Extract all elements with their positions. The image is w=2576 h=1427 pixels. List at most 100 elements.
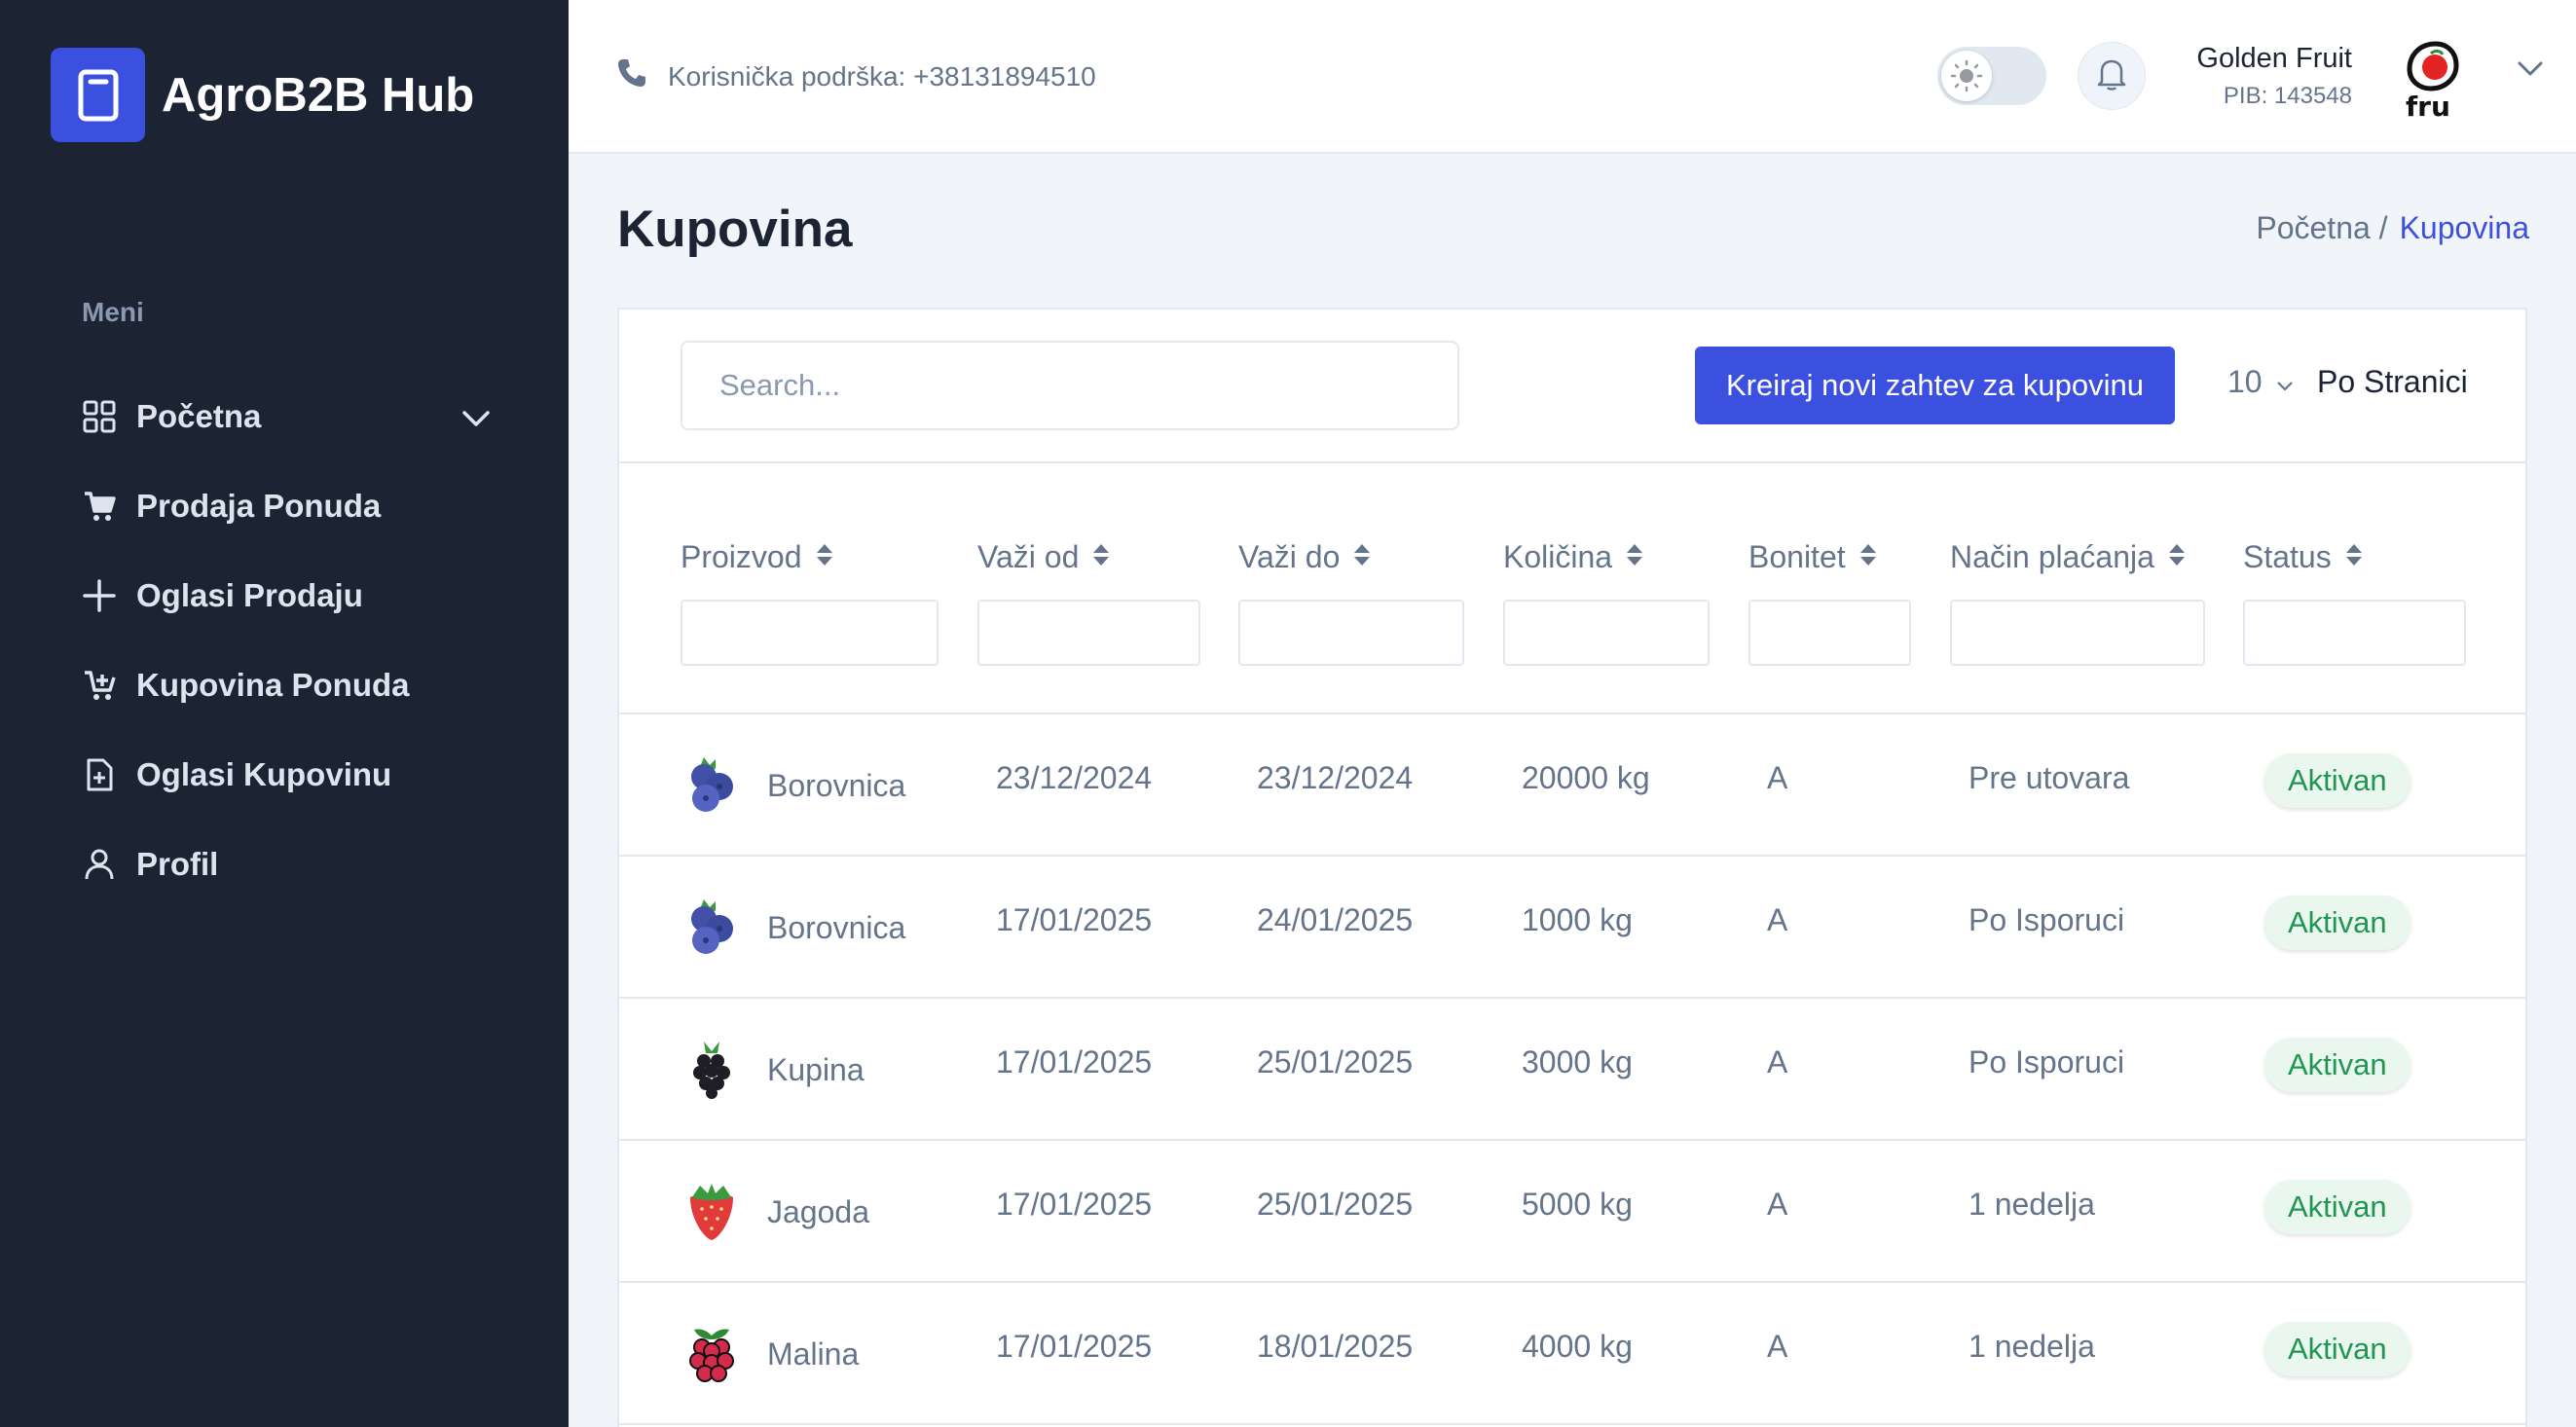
column-label: Važi od [977, 539, 1080, 574]
column-label: Status [2243, 539, 2332, 574]
table-row[interactable]: Kupina 17/01/2025 25/01/2025 3000 kg A P… [619, 999, 2525, 1141]
breadcrumb-home[interactable]: Početna / [2256, 210, 2387, 246]
support-text: Korisnička podrška: +38131894510 [668, 60, 1096, 91]
column-header-vazi-do[interactable]: Važi do [1238, 539, 1371, 575]
per-page-value: 10 [2227, 364, 2263, 399]
column-header-nacin-placanja[interactable]: Način plaćanja [1950, 539, 2186, 575]
purchase-table-card: Kreiraj novi zahtev za kupovinu 10 Po St… [617, 308, 2527, 1427]
top-header: Korisnička podrška: +38131894510 Golden … [569, 0, 2576, 154]
notification-bell[interactable] [2078, 42, 2146, 110]
avatar[interactable]: fru [2387, 29, 2484, 127]
valid-from: 23/12/2024 [996, 760, 1153, 795]
sort-icon [1092, 539, 1110, 575]
column-header-vazi-od[interactable]: Važi od [977, 539, 1110, 575]
valid-to: 24/01/2025 [1257, 902, 1414, 937]
bonitet: A [1767, 1187, 1788, 1222]
sort-icon [2345, 539, 2363, 575]
app-name: AgroB2B Hub [162, 68, 475, 122]
valid-from: 17/01/2025 [996, 1329, 1153, 1364]
bonitet: A [1767, 1044, 1788, 1079]
column-label: Važi do [1238, 539, 1341, 574]
user-menu-chevron-icon[interactable] [2517, 60, 2544, 83]
column-header-proizvod[interactable]: Proizvod [681, 539, 833, 575]
status-badge: Aktivan [2264, 1038, 2410, 1092]
grid-icon [82, 399, 117, 434]
search-input[interactable] [681, 341, 1459, 430]
support-contact: Korisnička podrška: +38131894510 [615, 56, 1096, 96]
page-title: Kupovina [617, 201, 853, 258]
theme-toggle[interactable] [1937, 47, 2046, 105]
sort-icon [2168, 539, 2186, 575]
table-toolbar: Kreiraj novi zahtev za kupovinu 10 Po St… [619, 310, 2525, 463]
column-header-kolicina[interactable]: Količina [1503, 539, 1643, 575]
cart-icon [82, 489, 117, 524]
filter-input-kolicina[interactable] [1503, 600, 1710, 666]
menu-heading: Meni [82, 297, 144, 327]
table-row[interactable]: Borovnica 23/12/2024 23/12/2024 20000 kg… [619, 714, 2525, 857]
bell-icon [2096, 56, 2127, 96]
sort-icon [1859, 539, 1877, 575]
sidebar-item-prodaja-ponuda[interactable]: Prodaja Ponuda [82, 461, 491, 551]
table-row[interactable]: Malina 17/01/2025 18/01/2025 4000 kg A 1… [619, 1283, 2525, 1425]
payment-method: Po Isporuci [1969, 1044, 2125, 1079]
valid-from: 17/01/2025 [996, 902, 1153, 937]
user-info[interactable]: Golden Fruit PIB: 143548 [2196, 43, 2352, 110]
filter-input-vazi-od[interactable] [977, 600, 1200, 666]
product-name: Borovnica [767, 910, 906, 945]
sidebar-item-oglasi-prodaju[interactable]: Oglasi Prodaju [82, 551, 491, 640]
status-badge: Aktivan [2264, 1180, 2410, 1234]
product-name: Malina [767, 1336, 860, 1372]
document-plus-icon [82, 757, 117, 792]
quantity: 20000 kg [1522, 760, 1650, 795]
payment-method: Pre utovara [1969, 760, 2130, 795]
quantity: 1000 kg [1522, 902, 1633, 937]
sidebar: AgroB2B Hub Meni Početna Prodaja Ponuda … [0, 0, 569, 1427]
status-badge: Aktivan [2264, 1322, 2410, 1376]
sidebar-item-label: Profil [136, 846, 219, 882]
sidebar-menu: Početna Prodaja Ponuda Oglasi Prodaju Ku… [82, 372, 491, 909]
user-pib: PIB: 143548 [2223, 83, 2352, 109]
payment-method: 1 nedelja [1969, 1187, 2095, 1222]
valid-to: 23/12/2024 [1257, 760, 1414, 795]
blueberry-icon [681, 753, 743, 816]
plus-icon [82, 578, 117, 613]
column-header-status[interactable]: Status [2243, 539, 2363, 575]
breadcrumb: Početna / Kupovina [2256, 210, 2529, 246]
raspberry-icon [681, 1322, 743, 1384]
filter-input-status[interactable] [2243, 600, 2466, 666]
bonitet: A [1767, 902, 1788, 937]
per-page-label: Po Stranici [2317, 364, 2468, 399]
user-icon [82, 847, 117, 882]
column-label: Način plaćanja [1950, 539, 2154, 574]
payment-method: Po Isporuci [1969, 902, 2125, 937]
sidebar-item-oglasi-kupovinu[interactable]: Oglasi Kupovinu [82, 730, 491, 820]
blackberry-icon [681, 1038, 743, 1100]
filter-input-proizvod[interactable] [681, 600, 938, 666]
breadcrumb-current: Kupovina [2399, 210, 2529, 245]
table-row[interactable]: Borovnica 17/01/2025 24/01/2025 1000 kg … [619, 857, 2525, 999]
product-name: Borovnica [767, 768, 906, 803]
column-header-bonitet[interactable]: Bonitet [1748, 539, 1877, 575]
filter-input-vazi-do[interactable] [1238, 600, 1464, 666]
bonitet: A [1767, 1329, 1788, 1364]
filter-input-nacin-placanja[interactable] [1950, 600, 2205, 666]
phone-icon [615, 56, 648, 96]
per-page-select[interactable]: 10 [2227, 364, 2294, 400]
chevron-down-icon[interactable] [461, 398, 491, 435]
quantity: 4000 kg [1522, 1329, 1633, 1364]
sort-icon [1626, 539, 1643, 575]
sidebar-item-kupovina-ponuda[interactable]: Kupovina Ponuda [82, 640, 491, 730]
sidebar-item-label: Oglasi Kupovinu [136, 756, 392, 792]
table-row[interactable]: Jagoda 17/01/2025 25/01/2025 5000 kg A 1… [619, 1141, 2525, 1283]
app-logo[interactable]: AgroB2B Hub [51, 48, 474, 142]
filter-input-bonitet[interactable] [1748, 600, 1911, 666]
strawberry-icon [681, 1180, 743, 1242]
sidebar-item-label: Prodaja Ponuda [136, 488, 382, 524]
sun-icon [1941, 51, 1992, 101]
bonitet: A [1767, 760, 1788, 795]
create-purchase-request-button[interactable]: Kreiraj novi zahtev za kupovinu [1695, 347, 2175, 424]
sidebar-item-label: Kupovina Ponuda [136, 667, 410, 703]
sidebar-item-pocetna[interactable]: Početna [82, 372, 491, 461]
cart-add-icon [82, 668, 117, 703]
sidebar-item-profil[interactable]: Profil [82, 820, 491, 909]
